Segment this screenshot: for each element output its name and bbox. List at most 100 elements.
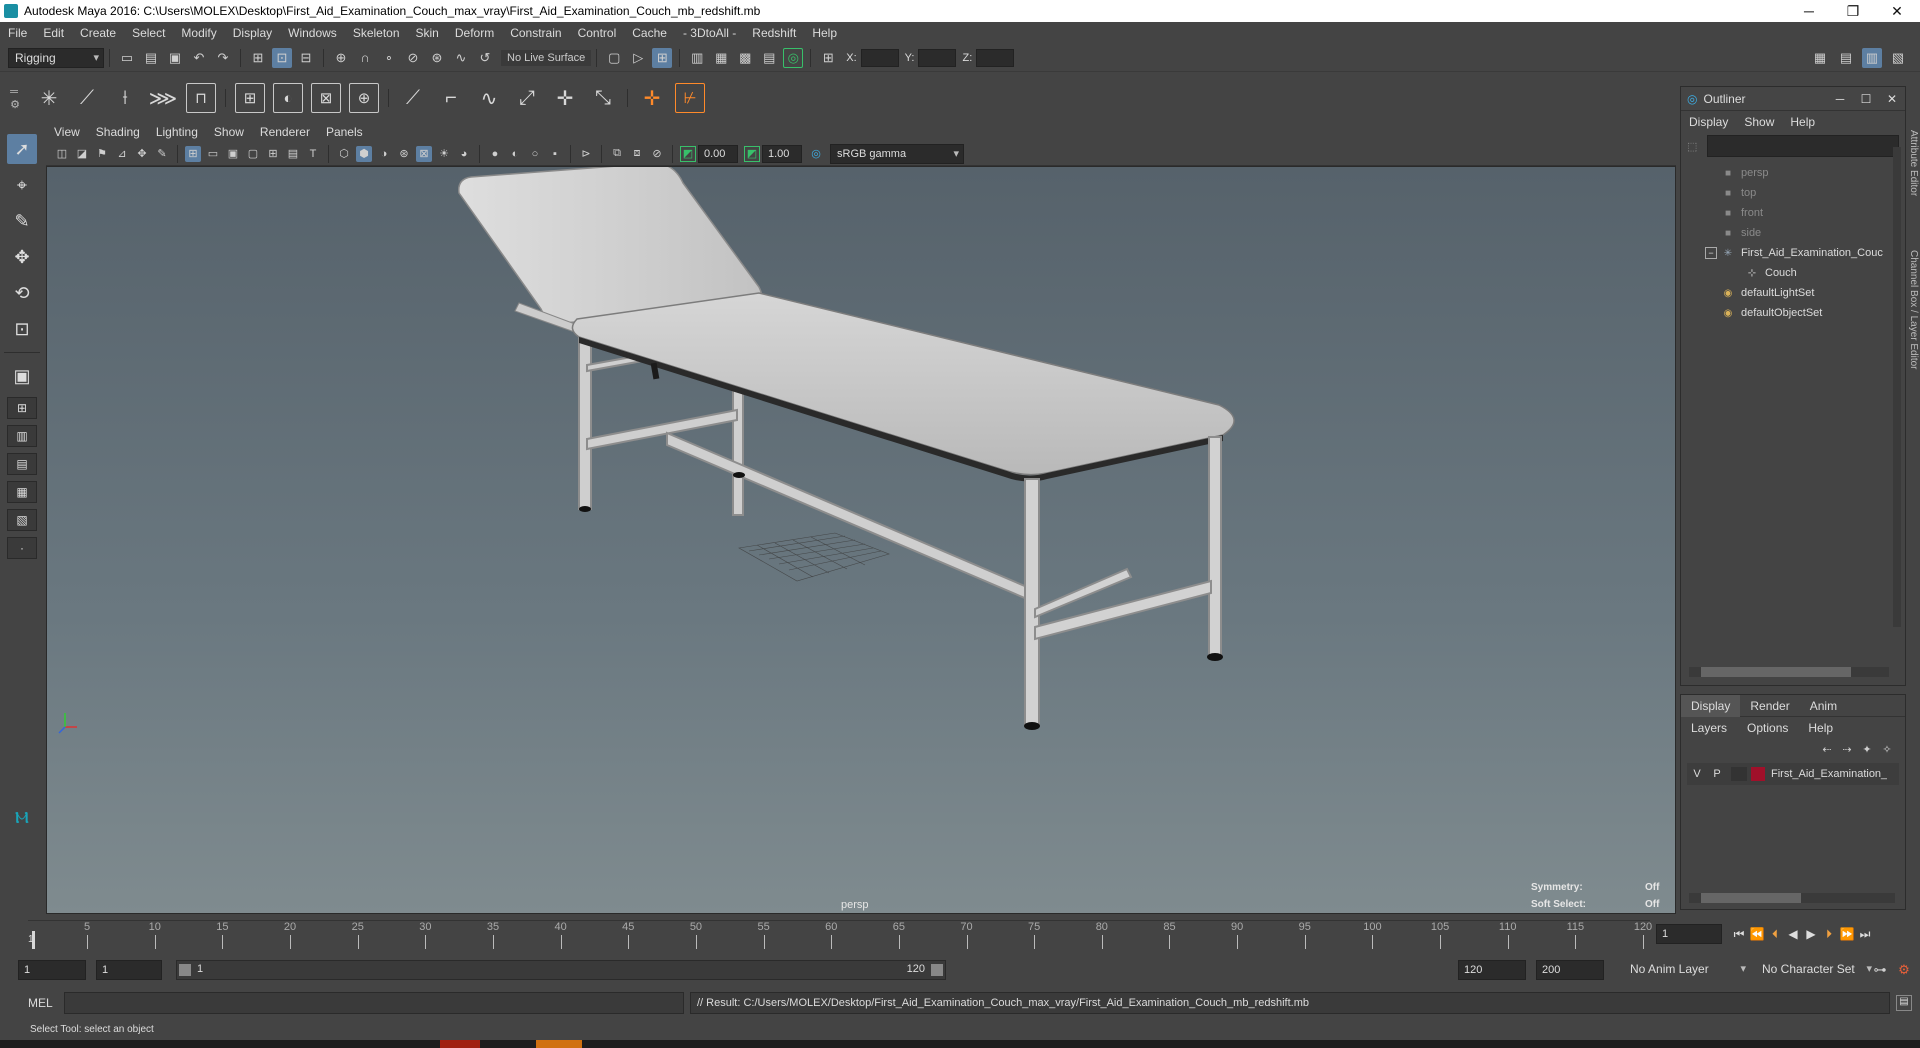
textured-icon[interactable]: ⊠ bbox=[416, 145, 432, 162]
hypershade-icon[interactable]: ◎ bbox=[783, 47, 804, 68]
layer-hscrollbar[interactable] bbox=[1689, 893, 1895, 903]
menu-control[interactable]: Control bbox=[570, 22, 625, 44]
lattice-icon[interactable]: ⊠ bbox=[311, 83, 341, 113]
xray-icon[interactable]: ⧉ bbox=[609, 146, 625, 162]
layer-name[interactable]: First_Aid_Examination_ bbox=[1771, 768, 1887, 780]
move-tool-icon[interactable]: ✥ bbox=[7, 242, 37, 272]
animation-start-field[interactable]: 1 bbox=[18, 960, 86, 980]
channel-box-tab[interactable]: Channel Box / Layer Editor bbox=[1908, 250, 1919, 380]
persp-graph-layout-icon[interactable]: ▦ bbox=[7, 481, 37, 503]
vp-menu-view[interactable]: View bbox=[46, 125, 88, 139]
single-perspective-layout-icon[interactable]: ▣ bbox=[7, 361, 37, 391]
orient-constraint-icon[interactable]: ⤢ bbox=[512, 83, 542, 113]
resolution-gate-icon[interactable]: ▣ bbox=[225, 146, 241, 162]
locator-icon[interactable]: ✛ bbox=[637, 83, 667, 113]
pole-vector-icon[interactable]: ⤡ bbox=[588, 83, 618, 113]
four-view-layout-icon[interactable]: ⊞ bbox=[7, 397, 37, 419]
smooth-bind-icon[interactable]: ◐ bbox=[273, 83, 303, 113]
menu-constrain[interactable]: Constrain bbox=[502, 22, 569, 44]
menu-redshift[interactable]: Redshift bbox=[744, 22, 804, 44]
playback-start-field[interactable]: 1 bbox=[96, 960, 162, 980]
input-ops-icon[interactable]: ▢ bbox=[604, 48, 624, 68]
render-settings-icon[interactable]: ▤ bbox=[759, 48, 779, 68]
snap-view-icon[interactable]: ⊘ bbox=[403, 48, 423, 68]
film-gate-icon[interactable]: ▭ bbox=[205, 146, 221, 162]
view-transform-dropdown[interactable]: sRGB gamma bbox=[830, 143, 964, 164]
character-set-dropdown[interactable]: No Character Set bbox=[1756, 960, 1876, 980]
layer-playback-toggle[interactable]: P bbox=[1707, 768, 1727, 780]
rotate-tool-icon[interactable]: ⟲ bbox=[7, 278, 37, 308]
move-layer-up-icon[interactable]: ⇠ bbox=[1819, 741, 1835, 757]
ambient-occlusion-icon[interactable]: ● bbox=[487, 146, 503, 162]
menu-edit[interactable]: Edit bbox=[35, 22, 72, 44]
construction-history-icon[interactable]: ⊞ bbox=[652, 47, 673, 68]
outliner-search-input[interactable] bbox=[1707, 135, 1899, 157]
step-back-frame-icon[interactable]: ⏴ bbox=[1766, 924, 1784, 944]
menu-file[interactable]: File bbox=[0, 22, 35, 44]
default-material-icon[interactable]: ◑ bbox=[376, 146, 392, 162]
outliner-menu-show[interactable]: Show bbox=[1736, 111, 1782, 133]
hypershade-layout-icon[interactable]: ▧ bbox=[7, 509, 37, 531]
locator-constraint-icon[interactable]: ⊬ bbox=[675, 83, 705, 113]
safe-title-icon[interactable]: T bbox=[305, 146, 321, 162]
gamma-field[interactable]: 1.00 bbox=[762, 144, 802, 163]
snap-point-icon[interactable]: ∘ bbox=[379, 48, 399, 68]
snap-surface-icon[interactable]: ⊛ bbox=[427, 48, 447, 68]
step-forward-key-icon[interactable]: ⏩ bbox=[1838, 924, 1856, 944]
script-editor-icon[interactable]: ▤ bbox=[1896, 995, 1912, 1011]
new-layer-icon[interactable]: ✦ bbox=[1859, 741, 1875, 757]
time-slider-track[interactable]: 5 10 15 20 25 30 35 40 45 50 55 60 65 70 75 80 85 90 95 100… bbox=[28, 920, 1652, 949]
outliner-maximize-button[interactable]: ☐ bbox=[1853, 92, 1879, 106]
grid-icon[interactable]: ⊞ bbox=[185, 145, 201, 162]
custom-layout-icon[interactable]: · bbox=[7, 537, 37, 559]
undo-icon[interactable]: ↶ bbox=[189, 48, 209, 68]
y-field[interactable] bbox=[918, 48, 957, 67]
menu-skeleton[interactable]: Skeleton bbox=[345, 22, 408, 44]
layer-menu-layers[interactable]: Layers bbox=[1681, 717, 1737, 739]
x-field[interactable] bbox=[860, 48, 899, 67]
snap-grid-icon[interactable]: ⊕ bbox=[331, 48, 351, 68]
make-live-icon[interactable]: ∿ bbox=[451, 48, 471, 68]
menu-cache[interactable]: Cache bbox=[624, 22, 675, 44]
animation-end-field[interactable]: 200 bbox=[1536, 960, 1604, 980]
go-to-start-icon[interactable]: ⏮ bbox=[1730, 924, 1748, 944]
snap-curve-icon[interactable]: ∩ bbox=[355, 48, 375, 68]
new-scene-icon[interactable]: ▭ bbox=[117, 48, 137, 68]
attribute-editor-tab[interactable]: Attribute Editor bbox=[1908, 130, 1919, 240]
layer-row[interactable]: V P First_Aid_Examination_ bbox=[1687, 763, 1899, 785]
select-hierarchy-icon[interactable]: ⊞ bbox=[248, 48, 268, 68]
outliner-item-top[interactable]: ■ top bbox=[1721, 183, 1905, 203]
menu-select[interactable]: Select bbox=[124, 22, 173, 44]
restore-button[interactable]: ❐ bbox=[1830, 0, 1876, 22]
render-view-icon[interactable]: ▥ bbox=[687, 48, 707, 68]
vp-menu-shading[interactable]: Shading bbox=[88, 125, 148, 139]
output-ops-icon[interactable]: ▷ bbox=[628, 48, 648, 68]
outliner-filter-icon[interactable]: ⬚ bbox=[1687, 140, 1697, 153]
outliner-item-persp[interactable]: ■ persp bbox=[1721, 163, 1905, 183]
ipr-render-icon[interactable]: ▩ bbox=[735, 48, 755, 68]
use-all-lights-icon[interactable]: ☀ bbox=[436, 146, 452, 162]
shadows-icon[interactable]: ◕ bbox=[456, 146, 472, 162]
camera-attributes-icon[interactable]: ◪ bbox=[74, 146, 90, 162]
anim-layer-dropdown[interactable]: No Anim Layer bbox=[1624, 960, 1750, 980]
playback-end-field[interactable]: 120 bbox=[1458, 960, 1526, 980]
menu-windows[interactable]: Windows bbox=[280, 22, 345, 44]
bookmark-icon[interactable]: ⚑ bbox=[94, 146, 110, 162]
menu-create[interactable]: Create bbox=[72, 22, 124, 44]
layer-menu-help[interactable]: Help bbox=[1798, 717, 1843, 739]
outliner-item-defaultobjectset[interactable]: ◉ defaultObjectSet bbox=[1721, 303, 1905, 323]
scale-tool-icon[interactable]: ⊡ bbox=[7, 314, 37, 344]
outliner-menu-help[interactable]: Help bbox=[1782, 111, 1823, 133]
exposure-field[interactable]: 0.00 bbox=[698, 144, 738, 163]
color-management-icon[interactable]: ◎ bbox=[808, 146, 824, 162]
grease-pencil-icon[interactable]: ✎ bbox=[154, 146, 170, 162]
perspective-viewport[interactable]: persp Symmetry: Off Soft Select: Off bbox=[46, 166, 1676, 914]
menu-3dtoall[interactable]: - 3DtoAll - bbox=[675, 22, 744, 44]
menuset-dropdown[interactable]: Rigging bbox=[8, 47, 104, 68]
outliner-minimize-button[interactable]: ─ bbox=[1827, 92, 1853, 106]
script-language-toggle[interactable]: MEL bbox=[28, 996, 53, 1010]
vp-menu-show[interactable]: Show bbox=[206, 125, 252, 139]
outliner-item-front[interactable]: ■ front bbox=[1721, 203, 1905, 223]
bind-skin-icon[interactable]: ⊞ bbox=[235, 83, 265, 113]
range-start-handle[interactable] bbox=[179, 964, 191, 976]
